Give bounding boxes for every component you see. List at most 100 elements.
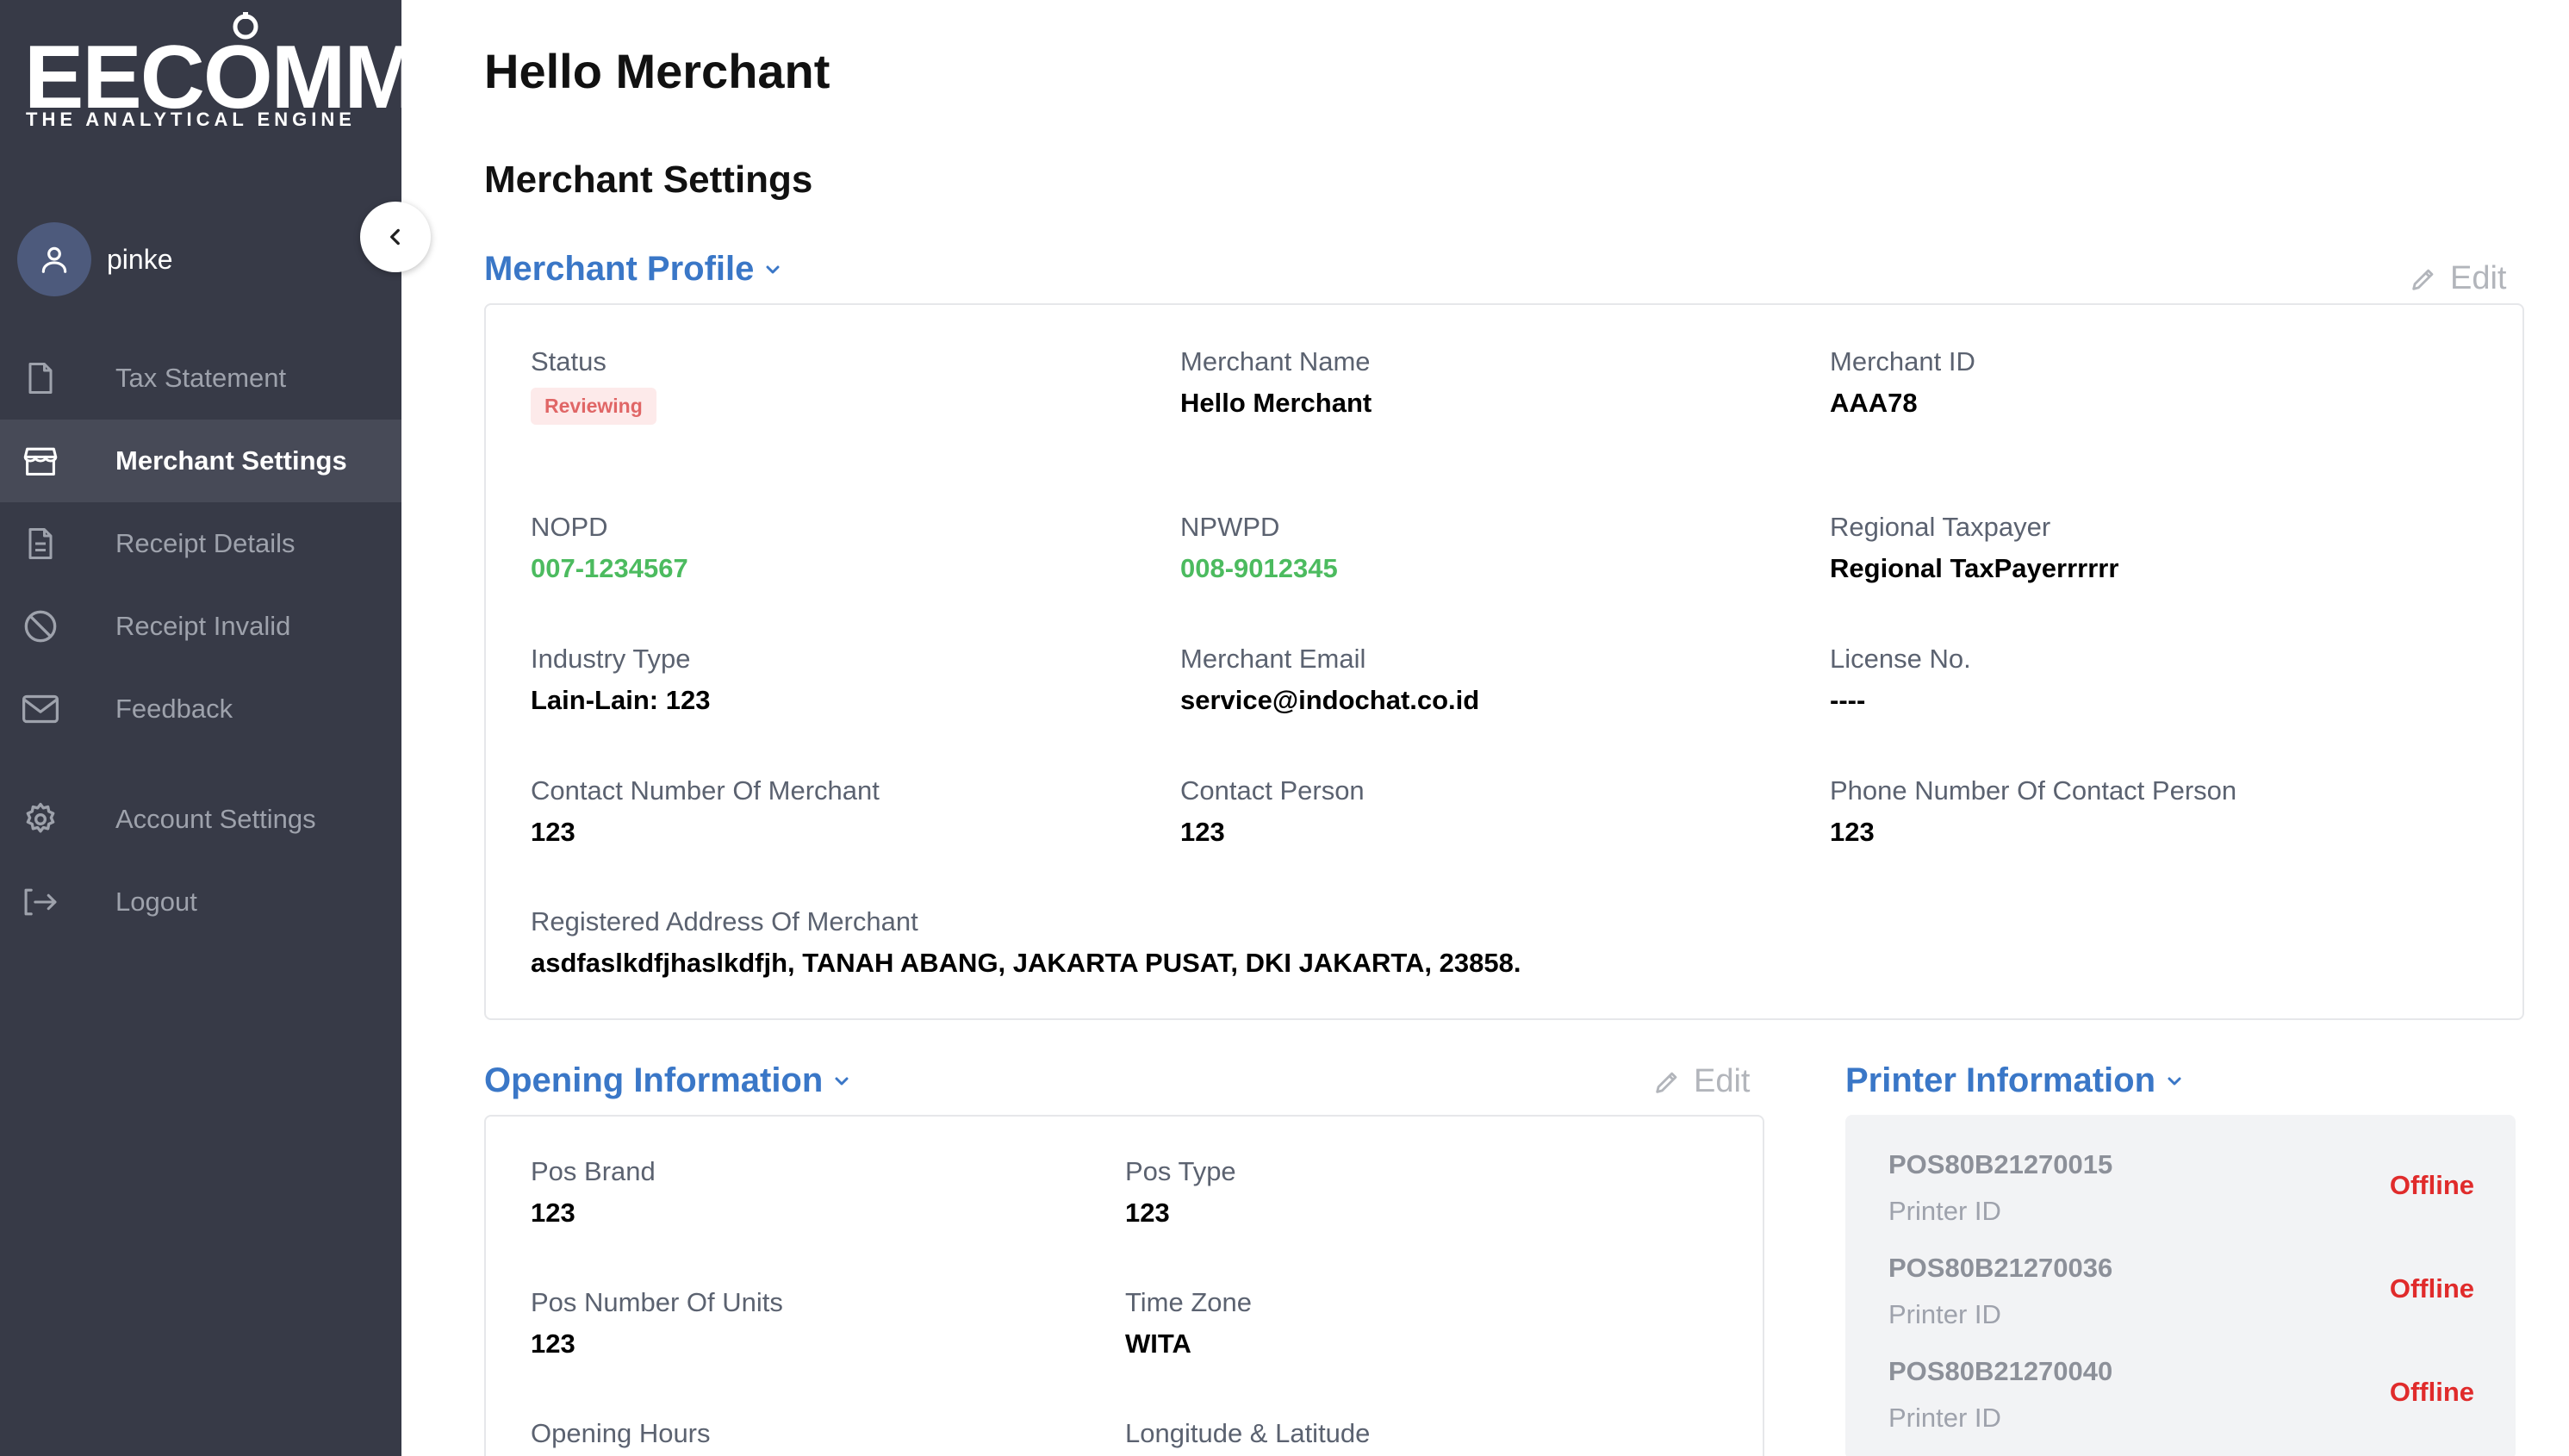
field-value: asdfaslkdfjhaslkdfjh, TANAH ABANG, JAKAR…	[531, 948, 1521, 978]
printer-information-toggle[interactable]: Printer Information	[1845, 1061, 2185, 1100]
page-title: Hello Merchant	[484, 44, 830, 98]
ban-icon	[22, 608, 59, 644]
sidebar-item-account-settings[interactable]: Account Settings	[0, 778, 401, 861]
merchant-profile-title: Merchant Profile	[484, 250, 755, 288]
printer-id: POS80B21270040	[1888, 1356, 2113, 1386]
gear-icon	[22, 801, 59, 837]
field-time-zone: Time Zone WITA	[1125, 1287, 1252, 1360]
opening-information-card: Pos Brand 123 Pos Type 123 Pos Number Of…	[484, 1115, 1764, 1456]
printer-status: Offline	[2389, 1170, 2474, 1200]
mail-icon	[22, 691, 59, 727]
printer-id-label: Printer ID	[1888, 1196, 2001, 1226]
merchant-profile-edit-button[interactable]: Edit	[2409, 260, 2506, 297]
receipt-icon	[22, 526, 59, 562]
field-npwpd: NPWPD 008-9012345	[1180, 512, 1338, 584]
field-value: 008-9012345	[1180, 553, 1338, 583]
collapse-sidebar-button[interactable]	[360, 202, 431, 272]
field-value: 007-1234567	[531, 553, 688, 583]
user-profile[interactable]: pinke	[17, 222, 173, 296]
merchant-profile-toggle[interactable]: Merchant Profile	[484, 250, 783, 289]
field-label: Pos Number Of Units	[531, 1287, 783, 1317]
printer-id: POS80B21270015	[1888, 1149, 2113, 1179]
field-label: Contact Number Of Merchant	[531, 775, 880, 806]
brand-logo[interactable]: EECOMM THE ANALYTICAL ENGINE	[24, 12, 419, 133]
field-label: Contact Person	[1180, 775, 1365, 806]
printer-status: Offline	[2389, 1377, 2474, 1407]
sidebar-item-merchant-settings[interactable]: Merchant Settings	[0, 420, 401, 502]
field-merchant-id: Merchant ID AAA78	[1830, 346, 1975, 419]
sidebar-item-logout[interactable]: Logout	[0, 861, 401, 943]
sidebar-item-receipt-invalid[interactable]: Receipt Invalid	[0, 585, 401, 668]
field-longitude-latitude: Longitude & Latitude	[1125, 1418, 1370, 1449]
printer-item[interactable]: POS80B21270040 Printer ID Offline	[1888, 1356, 2474, 1451]
sidebar: EECOMM THE ANALYTICAL ENGINE pinke Tax S…	[0, 0, 419, 1456]
field-label: Time Zone	[1125, 1287, 1253, 1317]
status-badge: Reviewing	[531, 388, 656, 425]
printer-information-panel: POS80B21270015 Printer ID Offline POS80B…	[1845, 1115, 2516, 1456]
sidebar-item-label: Account Settings	[115, 804, 316, 834]
field-label: Merchant Email	[1180, 644, 1366, 674]
field-label: Opening Hours	[531, 1418, 711, 1448]
field-label: Merchant Name	[1180, 346, 1371, 376]
brand-tagline: THE ANALYTICAL ENGINE	[26, 109, 356, 130]
field-value: 123	[531, 817, 575, 847]
sidebar-item-label: Receipt Invalid	[115, 611, 291, 641]
field-contact-person: Contact Person 123	[1180, 775, 1365, 848]
username: pinke	[107, 243, 173, 275]
chevron-left-icon	[390, 228, 400, 246]
printer-id-label: Printer ID	[1888, 1299, 2001, 1329]
sidebar-item-feedback[interactable]: Feedback	[0, 668, 401, 750]
chevron-down-icon	[831, 1071, 852, 1092]
field-label: Pos Brand	[531, 1156, 656, 1186]
sidebar-item-tax-statement[interactable]: Tax Statement	[0, 337, 401, 420]
field-label: Regional Taxpayer	[1830, 512, 2051, 542]
field-value: 123	[1830, 817, 1875, 847]
field-industry-type: Industry Type Lain-Lain: 123	[531, 644, 710, 716]
field-value: WITA	[1125, 1328, 1191, 1359]
field-label: NOPD	[531, 512, 608, 542]
field-label: Pos Type	[1125, 1156, 1236, 1186]
store-icon	[22, 443, 59, 479]
field-label: Longitude & Latitude	[1125, 1418, 1371, 1448]
opening-information-title: Opening Information	[484, 1061, 824, 1099]
sidebar-item-receipt-details[interactable]: Receipt Details	[0, 502, 401, 585]
field-nopd: NOPD 007-1234567	[531, 512, 688, 584]
avatar	[17, 222, 91, 296]
field-value: Lain-Lain: 123	[531, 685, 711, 715]
field-value: AAA78	[1830, 388, 1918, 418]
field-value: service@indochat.co.id	[1180, 685, 1480, 715]
printer-id: POS80B21270036	[1888, 1253, 2113, 1283]
logout-icon	[22, 884, 59, 920]
field-contact-number: Contact Number Of Merchant 123	[531, 775, 880, 848]
opening-information-toggle[interactable]: Opening Information	[484, 1061, 852, 1100]
printer-item[interactable]: POS80B21270036 Printer ID Offline	[1888, 1253, 2474, 1347]
field-value: 123	[531, 1198, 575, 1228]
field-regional-taxpayer: Regional Taxpayer Regional TaxPayerrrrrr	[1830, 512, 2118, 584]
field-value: 123	[531, 1328, 575, 1359]
field-pos-type: Pos Type 123	[1125, 1156, 1236, 1229]
field-pos-units: Pos Number Of Units 123	[531, 1287, 783, 1360]
field-label: Status	[531, 346, 606, 376]
section-title: Merchant Settings	[484, 159, 813, 201]
field-label: NPWPD	[1180, 512, 1280, 542]
field-label: Phone Number Of Contact Person	[1830, 775, 2237, 806]
printer-information-title: Printer Information	[1845, 1061, 2156, 1099]
sidebar-item-label: Logout	[115, 887, 197, 917]
printer-status: Offline	[2389, 1273, 2474, 1304]
sidebar-item-label: Feedback	[115, 694, 233, 724]
sidebar-item-label: Tax Statement	[115, 363, 287, 393]
sidebar-item-label: Merchant Settings	[115, 445, 347, 476]
field-value: ----	[1830, 685, 1866, 715]
field-opening-hours: Opening Hours	[531, 1418, 711, 1449]
printer-item[interactable]: POS80B21270015 Printer ID Offline	[1888, 1149, 2474, 1244]
field-contact-phone: Phone Number Of Contact Person 123	[1830, 775, 2236, 848]
edit-label: Edit	[2450, 260, 2507, 296]
opening-information-edit-button[interactable]: Edit	[1652, 1063, 1750, 1100]
field-value: 123	[1180, 817, 1225, 847]
field-merchant-email: Merchant Email service@indochat.co.id	[1180, 644, 1479, 716]
field-pos-brand: Pos Brand 123	[531, 1156, 656, 1229]
field-label: Merchant ID	[1830, 346, 1975, 376]
field-label: Registered Address Of Merchant	[531, 906, 918, 936]
field-label: License No.	[1830, 644, 1971, 674]
field-status: Status Reviewing	[531, 346, 656, 425]
